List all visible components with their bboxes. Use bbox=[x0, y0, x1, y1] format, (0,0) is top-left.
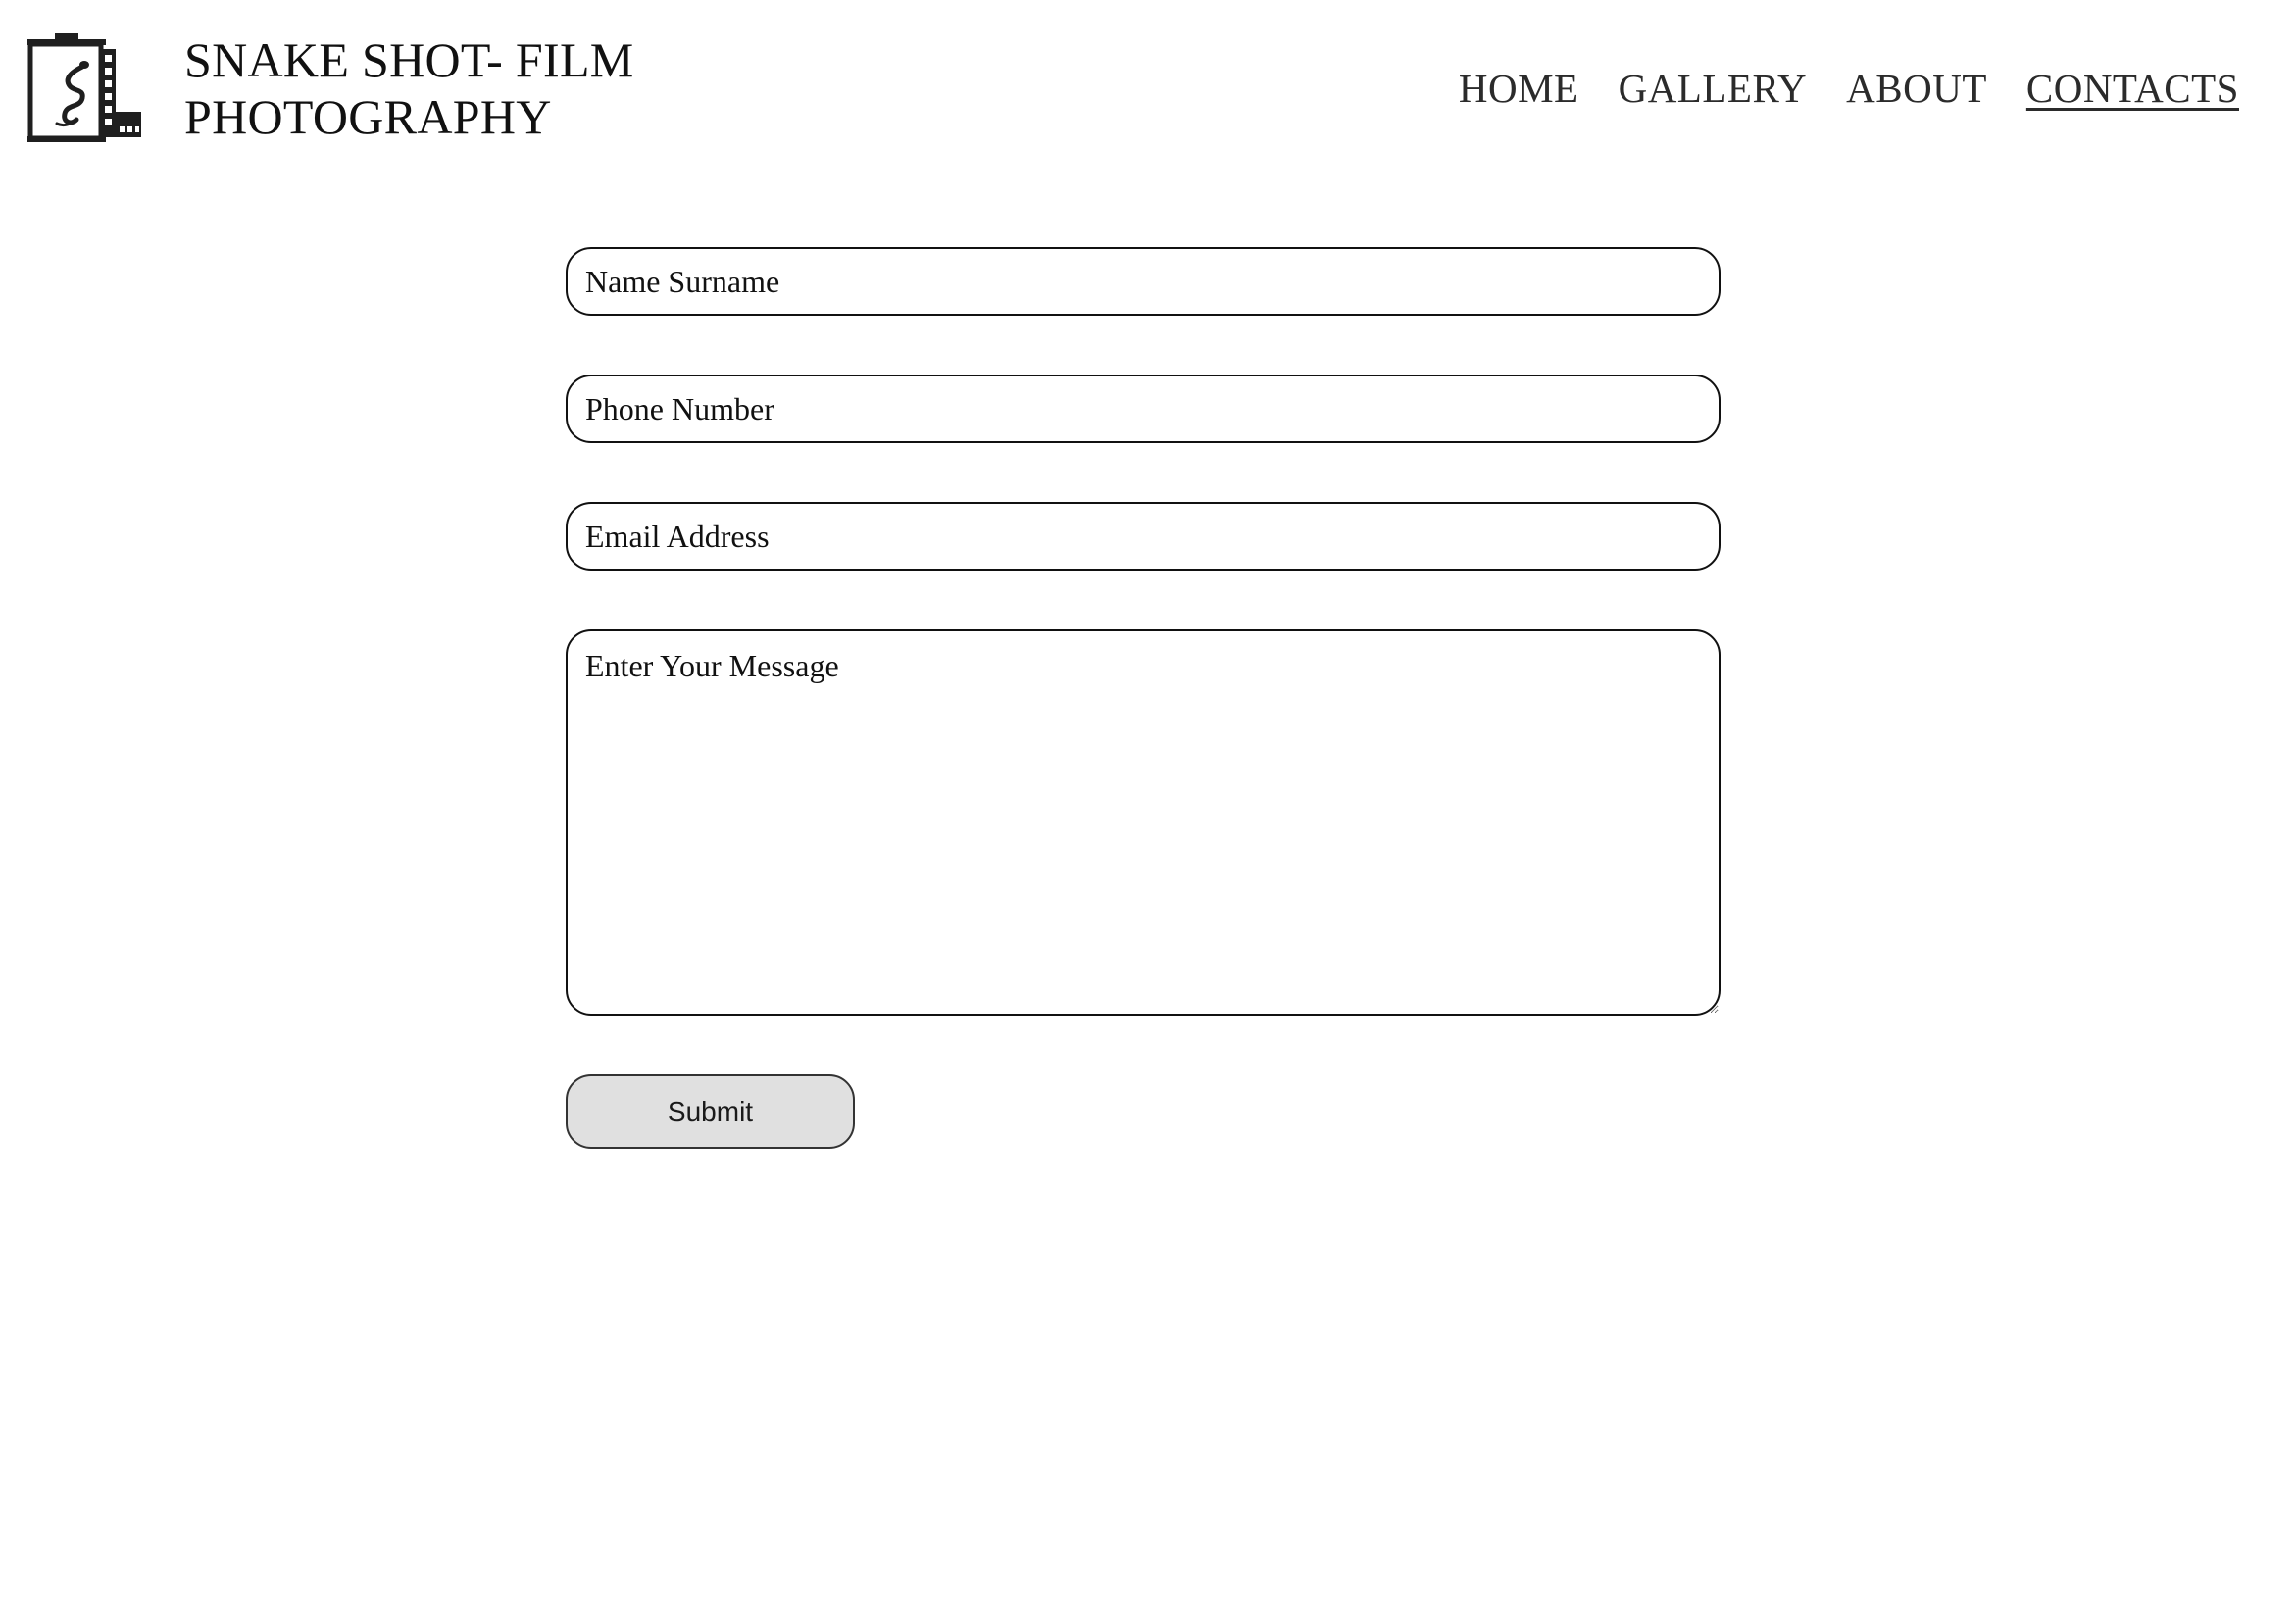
site-title-line-2: PHOTOGRAPHY bbox=[184, 89, 552, 144]
nav-item-gallery[interactable]: GALLERY bbox=[1619, 63, 1808, 114]
site-title-line-1: SNAKE SHOT- FILM bbox=[184, 32, 634, 87]
submit-button[interactable]: Submit bbox=[566, 1074, 855, 1149]
message-textarea[interactable] bbox=[566, 629, 1721, 1016]
nav-item-about[interactable]: ABOUT bbox=[1846, 63, 1987, 114]
nav-item-contacts[interactable]: CONTACTS bbox=[2026, 63, 2239, 114]
main-nav: HOME GALLERY ABOUT CONTACTS bbox=[1459, 63, 2239, 114]
film-canister-snake-icon[interactable] bbox=[27, 33, 143, 147]
site-header: SNAKE SHOT- FILM PHOTOGRAPHY HOME GALLER… bbox=[0, 0, 2296, 167]
name-surname-input[interactable] bbox=[566, 247, 1721, 316]
email-address-input[interactable] bbox=[566, 502, 1721, 571]
contact-form: Submit bbox=[566, 247, 1721, 1149]
nav-item-home[interactable]: HOME bbox=[1459, 63, 1579, 114]
contact-page: SNAKE SHOT- FILM PHOTOGRAPHY HOME GALLER… bbox=[0, 0, 2296, 1598]
phone-number-input[interactable] bbox=[566, 375, 1721, 443]
site-title: SNAKE SHOT- FILM PHOTOGRAPHY bbox=[184, 31, 733, 145]
